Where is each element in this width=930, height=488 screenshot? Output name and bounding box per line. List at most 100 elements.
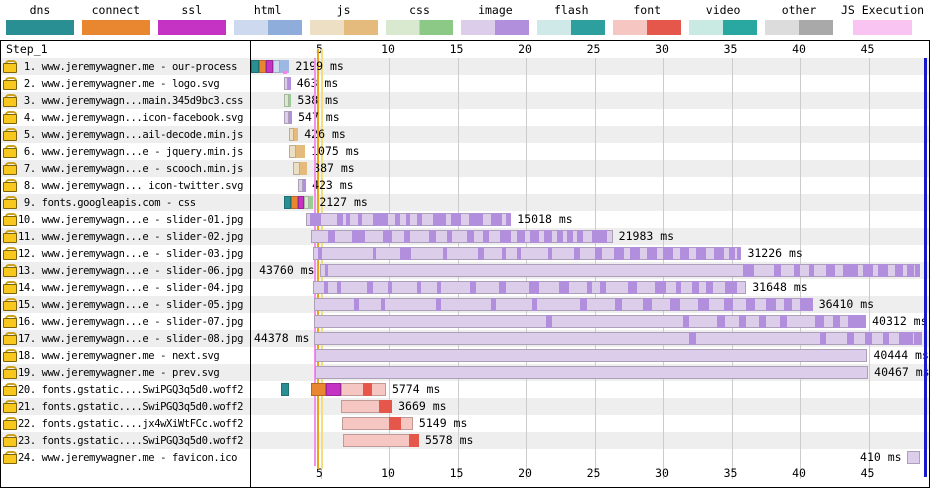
request-bar-segment-imgD[interactable] (517, 230, 525, 243)
request-bar-segment-imgD[interactable] (847, 332, 854, 345)
request-bar-segment-imgD[interactable] (429, 230, 436, 243)
request-bar-segment-imgD[interactable] (689, 332, 696, 345)
request-url-cell[interactable]: 24. www.jeremywagner.me - favicon.ico (1, 449, 251, 466)
request-url-cell[interactable]: 8. www.jeremywagn... icon-twitter.svg (1, 177, 251, 194)
request-bar-segment-imgD[interactable] (724, 298, 734, 311)
request-bar-segment-imgD[interactable] (491, 298, 496, 311)
request-bar-segment-cssD[interactable] (289, 94, 292, 107)
request-bar-segment-imgD[interactable] (580, 298, 587, 311)
request-bar-segment-dns[interactable] (284, 196, 291, 209)
request-bar-segment-imgD[interactable] (587, 281, 592, 294)
request-bar-segment-imgL[interactable] (314, 332, 922, 345)
request-bar-segment-imgD[interactable] (373, 213, 388, 226)
request-url-cell[interactable]: 11. www.jeremywagn...e - slider-02.jpg (1, 228, 251, 245)
request-bar-segment-imgD[interactable] (794, 264, 801, 277)
request-bar-segment-imgD[interactable] (615, 298, 622, 311)
request-bar-segment-imgD[interactable] (404, 230, 409, 243)
request-bar-segment-imgD[interactable] (848, 315, 866, 328)
request-url-cell[interactable]: 12. www.jeremywagn...e - slider-03.jpg (1, 245, 251, 262)
request-bar-segment-imgD[interactable] (907, 264, 914, 277)
request-url-cell[interactable]: 10. www.jeremywagn...e - slider-01.jpg (1, 211, 251, 228)
request-url-cell[interactable]: 21. fonts.gstatic....SwiPGQ3q5d0.woff2 (1, 398, 251, 415)
request-bar-segment-imgD[interactable] (739, 315, 746, 328)
request-bar-segment-ssl[interactable] (266, 60, 273, 73)
request-url-cell[interactable]: 16. www.jeremywagn...e - slider-07.jpg (1, 313, 251, 330)
request-bar-segment-imgD[interactable] (546, 315, 553, 328)
request-bar-segment-fontD[interactable] (379, 400, 392, 413)
request-bar-segment-imgD[interactable] (337, 281, 340, 294)
request-bar-segment-imgD[interactable] (595, 247, 602, 260)
request-bar-segment-jsL[interactable] (289, 145, 297, 158)
request-bar-segment-htmlL[interactable] (273, 60, 281, 73)
request-bar-segment-imgD[interactable] (388, 281, 392, 294)
request-bar-segment-imgD[interactable] (529, 281, 539, 294)
request-bar-segment-imgD[interactable] (500, 230, 511, 243)
request-bar-segment-imgD[interactable] (530, 230, 538, 243)
request-bar-segment-imgD[interactable] (354, 298, 359, 311)
request-bar-segment-imgD[interactable] (725, 281, 737, 294)
request-bar-segment-imgL[interactable] (315, 366, 868, 379)
request-bar-segment-imgD[interactable] (548, 247, 552, 260)
request-bar-segment-imgD[interactable] (367, 281, 372, 294)
request-bar-segment-imgD[interactable] (506, 213, 511, 226)
request-url-cell[interactable]: 22. fonts.gstatic....jx4wXiWtFCc.woff2 (1, 415, 251, 432)
request-bar-segment-imgD[interactable] (717, 315, 725, 328)
request-bar-segment-imgD[interactable] (863, 264, 873, 277)
request-bar-segment-imgD[interactable] (865, 332, 872, 345)
request-bar-segment-imgD[interactable] (303, 179, 306, 192)
request-bar-segment-imgD[interactable] (766, 298, 776, 311)
request-bar-segment-jsD[interactable] (296, 145, 305, 158)
request-bar-segment-imgD[interactable] (643, 298, 653, 311)
request-bar-segment-imgD[interactable] (883, 332, 890, 345)
request-url-cell[interactable]: 19. www.jeremywagner.me - prev.svg (1, 364, 251, 381)
request-bar-segment-imgD[interactable] (746, 298, 756, 311)
request-bar-segment-imgD[interactable] (383, 230, 393, 243)
request-bar-segment-imgD[interactable] (310, 213, 321, 226)
request-bar-segment-imgD[interactable] (395, 213, 400, 226)
request-bar-segment-imgD[interactable] (447, 230, 452, 243)
request-bar-segment-imgD[interactable] (483, 230, 490, 243)
request-url-cell[interactable]: 1. www.jeremywagner.me - our-process (1, 58, 251, 75)
request-bar-segment-imgD[interactable] (400, 247, 411, 260)
request-bar-segment-imgD[interactable] (663, 247, 673, 260)
request-bar-segment-fontD[interactable] (409, 434, 419, 447)
request-url-cell[interactable]: 17. www.jeremywagn...e - slider-08.jpg (1, 330, 251, 347)
request-bar-segment-imgD[interactable] (437, 281, 441, 294)
request-bar-segment-imgD[interactable] (676, 281, 681, 294)
request-bar-segment-imgD[interactable] (800, 298, 812, 311)
request-bar-segment-imgL[interactable] (907, 451, 920, 464)
request-bar-segment-imgD[interactable] (451, 213, 461, 226)
request-bar-segment-imgD[interactable] (815, 315, 823, 328)
request-bar-segment-imgD[interactable] (820, 332, 827, 345)
request-bar-segment-imgD[interactable] (692, 281, 699, 294)
request-bar-segment-ssl[interactable] (326, 383, 341, 396)
request-bar-segment-imgD[interactable] (559, 281, 569, 294)
request-bar-segment-imgD[interactable] (346, 213, 350, 226)
request-bar-segment-imgD[interactable] (433, 213, 445, 226)
request-url-cell[interactable]: 2. www.jeremywagner.me - logo.svg (1, 75, 251, 92)
request-bar-segment-imgD[interactable] (324, 281, 328, 294)
request-bar-segment-imgD[interactable] (780, 315, 787, 328)
request-url-cell[interactable]: 13. www.jeremywagn...e - slider-06.jpg (1, 262, 251, 279)
request-bar-segment-imgD[interactable] (774, 264, 781, 277)
request-bar-segment-imgD[interactable] (373, 247, 376, 260)
request-url-cell[interactable]: 9. fonts.googleapis.com - css (1, 194, 251, 211)
request-bar-segment-imgD[interactable] (628, 281, 638, 294)
request-bar-segment-imgD[interactable] (544, 230, 552, 243)
request-bar-segment-imgD[interactable] (318, 247, 321, 260)
request-bar-segment-imgD[interactable] (417, 213, 422, 226)
request-bar-segment-imgD[interactable] (352, 230, 364, 243)
request-url-cell[interactable]: 23. fonts.gstatic....SwiPGQ3q5d0.woff2 (1, 432, 251, 449)
request-bar-segment-imgD[interactable] (406, 213, 410, 226)
request-url-cell[interactable]: 20. fonts.gstatic....SwiPGQ3q5d0.woff2 (1, 381, 251, 398)
request-bar-segment-cssD[interactable] (309, 196, 314, 209)
request-bar-segment-imgD[interactable] (899, 332, 913, 345)
request-bar-segment-imgL[interactable] (313, 247, 742, 260)
request-bar-segment-imgL[interactable] (314, 298, 813, 311)
request-bar-segment-imgD[interactable] (737, 247, 741, 260)
request-bar-segment-imgD[interactable] (915, 264, 919, 277)
request-bar-segment-imgD[interactable] (698, 298, 709, 311)
request-bar-segment-imgD[interactable] (655, 281, 666, 294)
request-bar-segment-imgD[interactable] (706, 281, 713, 294)
request-bar-segment-imgD[interactable] (577, 230, 582, 243)
